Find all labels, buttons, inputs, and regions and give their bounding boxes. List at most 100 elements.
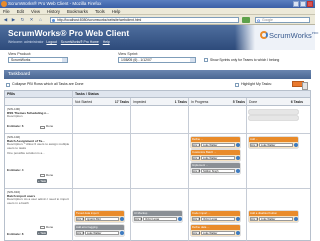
- go-button[interactable]: [242, 17, 250, 23]
- task-hours[interactable]: Hrs: 0: [250, 217, 258, 221]
- pbi-cell[interactable]: (SW-916) Batch import users Description:…: [7, 190, 71, 235]
- collapse-checkbox[interactable]: [6, 82, 10, 87]
- task-hours[interactable]: Hrs: 8: [192, 169, 200, 173]
- task-card[interactable]: Customize Batch ... Hrs: 4 Luke Walker: [191, 150, 240, 161]
- task-hours[interactable]: Hrs: 8: [192, 217, 200, 221]
- highlight-checkbox[interactable]: [235, 82, 239, 87]
- status-not-started: Not Started 17 Tasks: [75, 100, 129, 104]
- app-title: ScrumWorks® Pro Web Client: [8, 28, 130, 38]
- info-icon[interactable]: [120, 231, 124, 235]
- task-owner[interactable]: Siddon Singh: [201, 169, 235, 173]
- menu-tools[interactable]: Tools: [95, 8, 105, 14]
- new-task-button[interactable]: + Task: [37, 231, 47, 235]
- info-icon[interactable]: [294, 217, 298, 221]
- page-icon: [52, 19, 55, 22]
- info-icon[interactable]: [236, 143, 240, 147]
- info-icon[interactable]: [120, 217, 124, 221]
- stop-icon[interactable]: ✕: [28, 17, 35, 23]
- task-card[interactable]: Define data ... Hrs: 4 Luke Walker: [191, 225, 240, 236]
- url-text: http://localhost:8080/scrumworks/website…: [57, 18, 142, 22]
- task-hours[interactable]: Hrs: 4: [192, 231, 200, 235]
- done-checkbox[interactable]: [40, 125, 45, 129]
- task-card[interactable]: Code import ... Hrs: 8 Victor Lucas: [191, 211, 240, 222]
- task-hours[interactable]: Hrs: 0: [250, 143, 258, 147]
- task-card[interactable]: Add ... Hrs: 0 Luke Walker: [249, 137, 298, 148]
- task-owner[interactable]: Victor Lucas: [143, 217, 177, 221]
- highlight-color-picker[interactable]: [292, 81, 308, 90]
- info-icon[interactable]: [236, 169, 240, 173]
- minimize-icon[interactable]: [293, 1, 299, 7]
- home-link[interactable]: ScrumWorks® Pro Home: [61, 40, 99, 44]
- status-in-progress-count: 5 Tasks: [232, 100, 245, 104]
- task-hours[interactable]: Hrs: 4: [192, 143, 200, 147]
- logout-link[interactable]: Logout: [46, 40, 56, 44]
- pbi-cell[interactable]: (SW-100) RSS Themes Scheduling n... Desc…: [7, 107, 71, 129]
- show-sprints-checkbox[interactable]: [204, 58, 208, 62]
- task-card[interactable]: Add error logging Hrs: 8 Luke Walker: [75, 225, 124, 236]
- task-owner[interactable]: Luke Walker: [201, 156, 235, 160]
- status-impeded: Impeded 1 Tasks: [133, 100, 187, 104]
- menu-view[interactable]: View: [31, 8, 40, 14]
- done-label: Done: [46, 124, 54, 128]
- product-select[interactable]: ScrumWorks: [8, 57, 68, 63]
- task-owner[interactable]: Ignacio Bird: [85, 217, 119, 221]
- pbi-estimate: Estimate: 8: [7, 232, 24, 236]
- info-icon[interactable]: [178, 217, 182, 221]
- status-not-started-count: 17 Tasks: [114, 100, 129, 104]
- task-hours[interactable]: Hrs: 8: [76, 231, 84, 235]
- user-text: Welcome: administrator: [8, 40, 44, 44]
- task-card[interactable]: UI Mockup Hrs: 8 Victor Lucas: [133, 211, 182, 222]
- pbi-cell[interactable]: (SW-102) Batch Assignment of Ta... Descr…: [7, 135, 71, 183]
- search-placeholder: Google: [262, 18, 273, 22]
- task-owner[interactable]: Luke Walker: [259, 143, 293, 147]
- help-link[interactable]: Help: [103, 40, 110, 44]
- logo-swirl-icon: [260, 31, 268, 39]
- done-label: Done: [46, 172, 54, 177]
- maximize-icon[interactable]: [300, 1, 306, 7]
- menu-history[interactable]: History: [47, 8, 60, 14]
- taskboard-grid: PBIs Tasks / Status Not Started 17 Tasks…: [4, 90, 311, 241]
- task-card[interactable]: Implement ... Hrs: 8 Siddon Singh: [191, 163, 240, 174]
- task-hours[interactable]: Hrs: 8: [76, 217, 84, 221]
- task-owner[interactable]: Victor Lucas: [201, 217, 235, 221]
- task-owner[interactable]: Luke Walker: [259, 217, 293, 221]
- done-checkbox[interactable]: [40, 174, 45, 177]
- task-owner[interactable]: Luke Walker: [201, 143, 235, 147]
- product-label: View Product:: [8, 52, 32, 56]
- forward-icon[interactable]: ▶: [10, 17, 17, 23]
- navigation-toolbar: ◀ ▶ ↻ ✕ ⌂ http://localhost:8080/scrumwor…: [0, 15, 315, 25]
- highlight-label: Highlight My Tasks:: [241, 82, 272, 86]
- task-hours[interactable]: Hrs: 4: [192, 156, 200, 160]
- ghost-card: [249, 116, 298, 120]
- header-links: Welcome: administrator Logout ScrumWorks…: [8, 40, 113, 44]
- app-header: ScrumWorks® Pro Web Client Welcome: admi…: [0, 25, 318, 50]
- task-hours[interactable]: Hrs: 8: [134, 217, 142, 221]
- menu-help[interactable]: Help: [112, 8, 121, 14]
- window-controls: [293, 1, 313, 7]
- pbi-desc: Description: * Allow 6 users to assign m…: [7, 142, 70, 150]
- back-icon[interactable]: ◀: [2, 17, 9, 23]
- task-owner[interactable]: Luke Walker: [85, 231, 119, 235]
- task-card[interactable]: Tuned data import Hrs: 8 Ignacio Bird: [75, 211, 124, 222]
- info-icon[interactable]: [236, 231, 240, 235]
- info-icon[interactable]: [236, 217, 240, 221]
- new-task-button[interactable]: + Task: [37, 179, 47, 183]
- done-checkbox[interactable]: [40, 226, 45, 229]
- task-owner[interactable]: Luke Walker: [201, 231, 235, 235]
- menu-bookmarks[interactable]: Bookmarks: [67, 8, 88, 14]
- pbi-desc: Description: [7, 114, 23, 119]
- sprint-select[interactable]: 1/08/05 (6) - 1/12/07: [118, 57, 196, 63]
- home-icon[interactable]: ⌂: [37, 17, 44, 23]
- menu-file[interactable]: File: [3, 8, 10, 14]
- close-icon[interactable]: [307, 1, 313, 7]
- done-label: Done: [46, 224, 54, 229]
- url-bar[interactable]: http://localhost:8080/scrumworks/website…: [50, 17, 239, 23]
- grid-header: PBIs Tasks / Status: [5, 91, 310, 98]
- info-icon[interactable]: [294, 143, 298, 147]
- menu-edit[interactable]: Edit: [17, 8, 24, 14]
- task-card[interactable]: Add a disabled button Hrs: 0 Luke Walker: [249, 211, 298, 222]
- reload-icon[interactable]: ↻: [19, 17, 26, 23]
- info-icon[interactable]: [236, 156, 240, 160]
- task-card[interactable]: Define ... Hrs: 4 Luke Walker: [191, 137, 240, 148]
- search-input[interactable]: G Google: [255, 17, 310, 23]
